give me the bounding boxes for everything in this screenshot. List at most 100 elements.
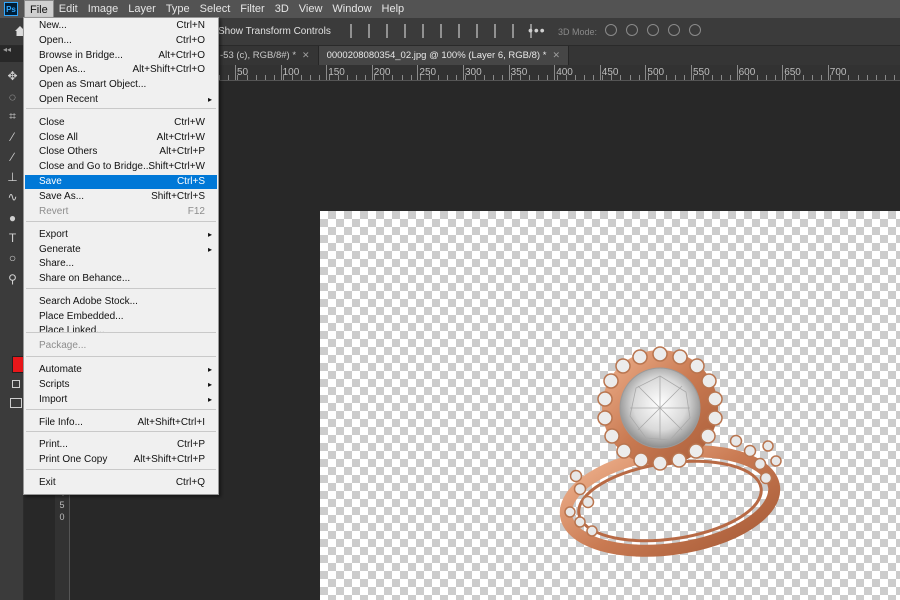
move-tool-icon[interactable]: ✥ — [6, 70, 19, 83]
menu-item-print[interactable]: Print... Ctrl+P — [25, 438, 217, 452]
menu-help[interactable]: Help — [377, 0, 410, 18]
more-options-icon[interactable]: ••• — [528, 22, 546, 38]
ruler-tick — [371, 65, 373, 80]
menu-item-close-and-go-to-bridge[interactable]: Close and Go to Bridge... Shift+Ctrl+W — [25, 160, 217, 174]
menu-separator — [26, 332, 216, 333]
quick-mask-icon[interactable] — [10, 398, 22, 408]
blur-tool-icon[interactable]: ● — [6, 212, 19, 225]
ruler-minor-tick — [656, 75, 658, 80]
stamp-tool-icon[interactable]: ⊥ — [6, 171, 19, 184]
menu-item-search-adobe-stock[interactable]: Search Adobe Stock... — [25, 295, 217, 309]
3d-pan-icon[interactable] — [647, 24, 659, 36]
type-tool-icon[interactable]: T — [6, 232, 19, 245]
lasso-tool-icon[interactable]: ◌ — [6, 91, 19, 104]
menu-item-label: Close Others — [39, 146, 98, 157]
close-tab-icon[interactable]: ✕ — [552, 46, 560, 65]
default-colors-icon[interactable] — [12, 380, 20, 388]
menu-item-browse-in-bridge[interactable]: Browse in Bridge... Alt+Ctrl+O — [25, 49, 217, 63]
ellipse-tool-icon[interactable]: ○ — [6, 252, 19, 265]
menu-item-place-linked[interactable]: Place Linked... — [25, 324, 217, 338]
menu-item-print-one-copy[interactable]: Print One Copy Alt+Shift+Ctrl+P — [25, 453, 217, 467]
menu-item-open-as-smart-object[interactable]: Open as Smart Object... — [25, 78, 217, 92]
menu-item-import[interactable]: Import ▸ — [25, 393, 217, 407]
ruler-minor-tick — [775, 75, 777, 80]
distribute-center-icon[interactable] — [476, 24, 487, 38]
ruler-tick — [736, 65, 738, 80]
ruler-minor-tick — [811, 75, 813, 80]
align-top-icon[interactable] — [350, 24, 361, 38]
align-left-icon[interactable] — [404, 24, 415, 38]
menu-edit[interactable]: Edit — [54, 0, 83, 18]
eyedropper-tool-icon[interactable]: ⁄ — [6, 131, 19, 144]
ruler-minor-tick — [821, 75, 823, 80]
ruler-minor-tick — [839, 75, 841, 80]
distribute-bottom-icon[interactable] — [494, 24, 505, 38]
menu-item-close[interactable]: Close Ctrl+W — [25, 116, 217, 130]
ruler-minor-tick — [474, 75, 476, 80]
show-transform-controls-label[interactable]: Show Transform Controls — [218, 26, 331, 37]
ruler-tick — [554, 65, 556, 80]
menu-item-close-all[interactable]: Close All Alt+Ctrl+W — [25, 131, 217, 145]
menu-item-open[interactable]: Open... Ctrl+O — [25, 34, 217, 48]
menu-item-open-recent[interactable]: Open Recent ▸ — [25, 93, 217, 107]
menu-select[interactable]: Select — [195, 0, 236, 18]
menu-filter[interactable]: Filter — [235, 0, 269, 18]
ruler-tick — [280, 65, 282, 80]
brush-tool-icon[interactable]: ∕ — [6, 151, 19, 164]
menu-item-close-others[interactable]: Close Others Alt+Ctrl+P — [25, 145, 217, 159]
ruler-minor-tick — [538, 75, 540, 80]
menu-item-label: Place Embedded... — [39, 311, 124, 322]
menu-image[interactable]: Image — [83, 0, 124, 18]
menu-window[interactable]: Window — [327, 0, 376, 18]
menu-view[interactable]: View — [294, 0, 328, 18]
menu-item-automate[interactable]: Automate ▸ — [25, 363, 217, 377]
menu-item-save-as[interactable]: Save As... Shift+Ctrl+S — [25, 190, 217, 204]
menu-3d[interactable]: 3D — [270, 0, 294, 18]
menu-item-share[interactable]: Share... — [25, 257, 217, 271]
menu-item-exit[interactable]: Exit Ctrl+Q — [25, 476, 217, 490]
ruler-minor-tick — [374, 75, 376, 80]
3d-scale-icon[interactable] — [689, 24, 701, 36]
photoshop-logo-icon[interactable]: Ps — [4, 2, 18, 16]
distribute-top-icon[interactable] — [458, 24, 469, 38]
menu-layer[interactable]: Layer — [123, 0, 161, 18]
3d-roll-icon[interactable] — [626, 24, 638, 36]
ruler-minor-tick — [611, 75, 613, 80]
align-right-icon[interactable] — [440, 24, 451, 38]
ruler-minor-tick — [675, 75, 677, 80]
menu-item-place-embedded[interactable]: Place Embedded... — [25, 310, 217, 324]
tab-document-2[interactable]: 0000208080354_02.jpg @ 100% (Layer 6, RG… — [318, 46, 569, 65]
close-tab-icon[interactable]: ✕ — [302, 46, 310, 65]
menu-item-save[interactable]: Save Ctrl+S — [25, 175, 217, 189]
ruler-minor-tick — [629, 75, 631, 80]
ruler-minor-tick — [283, 75, 284, 80]
ruler-minor-tick — [593, 75, 595, 80]
zoom-tool-icon[interactable]: ⚲ — [6, 273, 19, 286]
align-horizontal-center-icon[interactable] — [422, 24, 433, 38]
collapse-panel-icon[interactable]: ◂◂ — [3, 45, 11, 54]
document-canvas[interactable] — [320, 211, 900, 600]
history-brush-tool-icon[interactable]: ∿ — [6, 191, 19, 204]
distribute-left-icon[interactable] — [512, 24, 523, 38]
menu-item-package: Package... — [25, 339, 217, 353]
menu-item-label: Generate — [39, 244, 81, 255]
menu-type[interactable]: Type — [161, 0, 195, 18]
crop-tool-icon[interactable]: ⌗ — [6, 110, 19, 123]
ruler-minor-tick — [273, 75, 275, 80]
3d-orbit-icon[interactable] — [605, 24, 617, 36]
align-icons-group — [350, 24, 541, 38]
ruler-label: 550 — [693, 67, 710, 78]
menu-item-generate[interactable]: Generate ▸ — [25, 243, 217, 257]
menu-item-scripts[interactable]: Scripts ▸ — [25, 378, 217, 392]
align-bottom-icon[interactable] — [386, 24, 397, 38]
menu-item-export[interactable]: Export ▸ — [25, 228, 217, 242]
menu-file[interactable]: File — [24, 0, 54, 18]
align-vertical-center-icon[interactable] — [368, 24, 379, 38]
3d-slide-icon[interactable] — [668, 24, 680, 36]
ruler-minor-tick — [866, 75, 868, 80]
menu-item-share-on-behance[interactable]: Share on Behance... — [25, 272, 217, 286]
menu-item-open-as[interactable]: Open As... Alt+Shift+Ctrl+O — [25, 63, 217, 77]
menu-item-file-info[interactable]: File Info... Alt+Shift+Ctrl+I — [25, 416, 217, 430]
menu-item-shortcut: Ctrl+W — [174, 117, 205, 128]
menu-item-new[interactable]: New... Ctrl+N — [25, 19, 217, 33]
